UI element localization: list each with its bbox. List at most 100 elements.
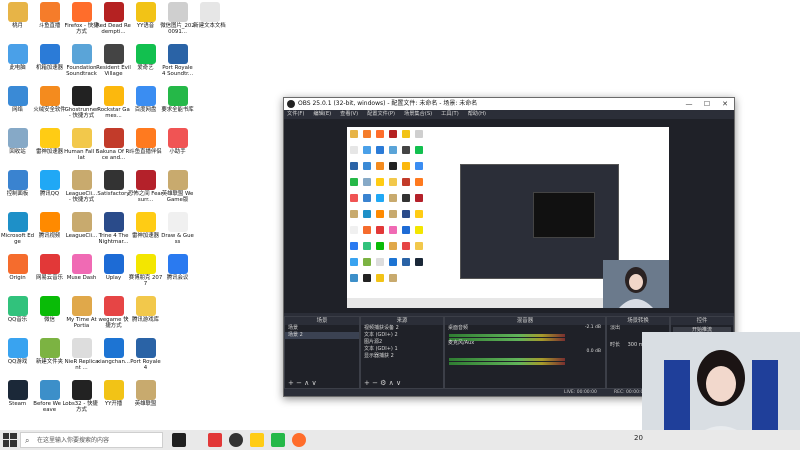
desktop-icon[interactable]: YY开播 bbox=[96, 378, 131, 418]
desktop-icon[interactable]: 桃月 bbox=[0, 0, 35, 40]
netease-cloud-music-icon[interactable] bbox=[208, 433, 222, 447]
desktop-icon[interactable]: QQ游戏 bbox=[0, 336, 35, 376]
preview-mini-icon bbox=[376, 162, 384, 170]
desktop-icon[interactable]: Before We Leave bbox=[32, 378, 67, 418]
desktop-icon[interactable]: Human Fall Flat bbox=[64, 126, 99, 166]
maximize-button[interactable]: ☐ bbox=[698, 98, 716, 110]
desktop-icon[interactable]: 爱奇艺 bbox=[128, 42, 163, 82]
taskbar-search-input[interactable]: ⌕ 在这里输入你要搜索的内容 bbox=[20, 432, 163, 448]
task-view-icon[interactable] bbox=[172, 433, 186, 447]
close-button[interactable]: ✕ bbox=[716, 98, 734, 110]
taskbar: ⌕ 在这里输入你要搜索的内容 20 bbox=[0, 430, 800, 450]
source-item[interactable]: 视频捕获设备 2 bbox=[361, 325, 443, 332]
desktop-icon[interactable]: Ghostrunner - 快捷方式 bbox=[64, 84, 99, 124]
desktop-icon[interactable]: 网易云音乐 bbox=[32, 252, 67, 292]
desktop-icon[interactable]: Satisfactory bbox=[96, 168, 131, 208]
preview-mini-icon bbox=[402, 162, 410, 170]
desktop-icon[interactable]: 雷神加速器 bbox=[32, 126, 67, 166]
clock-text: 20 bbox=[634, 434, 643, 442]
desktop-icon[interactable]: Origin bbox=[0, 252, 35, 292]
desktop-icon[interactable]: 腾讯视频 bbox=[32, 210, 67, 250]
desktop-icon[interactable]: 回收站 bbox=[0, 126, 35, 166]
desktop-icon-label: LeagueCli... bbox=[65, 233, 98, 239]
desktop-icon[interactable]: 英雄联盟 WeGame版 bbox=[160, 168, 195, 208]
transition-type-select[interactable]: 淡出 bbox=[607, 325, 669, 332]
desktop-icon[interactable]: LeagueCli... bbox=[64, 210, 99, 250]
desktop-icon[interactable]: Muse Dash bbox=[64, 252, 99, 292]
obs-title-bar[interactable]: OBS 25.0.1 (32-bit, windows) - 配置文件: 未命名… bbox=[284, 98, 734, 110]
desktop-icon[interactable]: Draw & Guess bbox=[160, 210, 195, 250]
desktop-icon[interactable]: 小助手 bbox=[160, 126, 195, 166]
desktop-icon[interactable]: 新建文本文档 bbox=[192, 0, 227, 40]
desktop-icon[interactable]: Port Royale 4 Soundtr... bbox=[160, 42, 195, 82]
desktop-icon[interactable]: Resident Evil Village bbox=[96, 42, 131, 82]
game-icon[interactable] bbox=[271, 433, 285, 447]
source-item[interactable]: 文本 (GDI+) 2 bbox=[361, 332, 443, 339]
desktop-icon-label: Ghostrunner - 快捷方式 bbox=[64, 107, 99, 119]
app-icon bbox=[135, 170, 156, 190]
menu-file[interactable]: 文件(F) bbox=[287, 110, 304, 119]
desktop-icon[interactable]: obs32 - 快捷方式 bbox=[64, 378, 99, 418]
desktop-icon[interactable]: Microsoft Edge bbox=[0, 210, 35, 250]
desktop-icon[interactable]: 此电脑 bbox=[0, 42, 35, 82]
desktop-icon[interactable]: Red Dead Redempti... bbox=[96, 0, 131, 40]
preview-canvas[interactable] bbox=[347, 127, 669, 308]
minimize-button[interactable]: — bbox=[680, 98, 698, 110]
scene-item[interactable]: 场景 bbox=[285, 325, 359, 332]
duration-label: 时长 bbox=[610, 342, 621, 348]
menu-scene-collection[interactable]: 场景集合(S) bbox=[404, 110, 432, 119]
desktop-icon[interactable]: 网络 bbox=[0, 84, 35, 124]
desktop-icon[interactable]: Port Royale 4 bbox=[128, 336, 163, 376]
desktop-icon[interactable]: 赛博朋克 2077 bbox=[128, 252, 163, 292]
desktop-icon[interactable]: Rockstar Games... bbox=[96, 84, 131, 124]
mixer-channel-db: 0.0 dB bbox=[586, 349, 601, 354]
desktop-icon[interactable]: 百度网盘 bbox=[128, 84, 163, 124]
desktop-icon[interactable]: 控制面板 bbox=[0, 168, 35, 208]
obs-taskbar-icon[interactable] bbox=[229, 433, 243, 447]
desktop-icon[interactable]: 恐怖之间 Fear surr... bbox=[128, 168, 163, 208]
desktop-icon[interactable]: Steam bbox=[0, 378, 35, 418]
menu-help[interactable]: 帮助(H) bbox=[468, 110, 486, 119]
menu-tools[interactable]: 工具(T) bbox=[441, 110, 459, 119]
menu-view[interactable]: 查看(V) bbox=[340, 110, 358, 119]
leishen-icon[interactable] bbox=[250, 433, 264, 447]
desktop-icon[interactable]: Foundation Soundtrack bbox=[64, 42, 99, 82]
desktop-icon[interactable]: NieR Replicant ... bbox=[64, 336, 99, 376]
desktop-icon[interactable]: My Time At Portia bbox=[64, 294, 99, 334]
desktop-icon[interactable]: 雷神加速器 bbox=[128, 210, 163, 250]
desktop-icon[interactable]: 腾讯会议 bbox=[160, 252, 195, 292]
desktop-icon[interactable]: Trine 4 The Nightmar... bbox=[96, 210, 131, 250]
desktop-icon[interactable]: 要求全能书库 bbox=[160, 84, 195, 124]
firefox-taskbar-icon[interactable] bbox=[292, 433, 306, 447]
desktop-icon[interactable]: 腾讯游戏库 bbox=[128, 294, 163, 334]
desktop-icon[interactable]: 新建文件夹 bbox=[32, 336, 67, 376]
desktop-icon[interactable]: YY语音 bbox=[128, 0, 163, 40]
preview-mini-icon bbox=[363, 258, 371, 266]
windows-start-icon[interactable] bbox=[3, 433, 17, 447]
desktop-icon[interactable]: LeagueCli... - 快捷方式 bbox=[64, 168, 99, 208]
desktop-icon[interactable]: 机箱加速器 bbox=[32, 42, 67, 82]
desktop-icon[interactable]: 英雄联盟 bbox=[128, 378, 163, 418]
desktop-icon[interactable]: QQ音乐 bbox=[0, 294, 35, 334]
source-item[interactable]: 图片源2 bbox=[361, 339, 443, 346]
desktop-icon[interactable]: 斗鱼直播 bbox=[32, 0, 67, 40]
desktop-icon[interactable]: xiangchan... bbox=[96, 336, 131, 376]
preview-mini-icon bbox=[389, 226, 397, 234]
desktop-icon[interactable]: 微信图片_2020091... bbox=[160, 0, 195, 40]
app-icon bbox=[167, 170, 188, 190]
source-item[interactable]: 文本 (GDI+) 1 bbox=[361, 346, 443, 353]
desktop-icon[interactable]: Uplay bbox=[96, 252, 131, 292]
desktop-icon[interactable]: 斗鱼直播伴侣 bbox=[128, 126, 163, 166]
desktop-icon[interactable]: 微信 bbox=[32, 294, 67, 334]
desktop-icon[interactable]: wegame 快捷方式 bbox=[96, 294, 131, 334]
desktop-icon[interactable]: 火绒安全软件 bbox=[32, 84, 67, 124]
desktop-icon[interactable]: Sakuna Of Rice and... bbox=[96, 126, 131, 166]
menu-edit[interactable]: 编辑(E) bbox=[313, 110, 331, 119]
scene-item-selected[interactable]: 场景 2 bbox=[285, 332, 359, 339]
menu-profile[interactable]: 配置文件(P) bbox=[367, 110, 395, 119]
desktop-icon[interactable]: Firefox - 快捷方式 bbox=[64, 0, 99, 40]
source-item[interactable]: 显示器捕获 2 bbox=[361, 353, 443, 360]
app-icon bbox=[135, 254, 156, 274]
desktop-icon[interactable]: 腾讯QQ bbox=[32, 168, 67, 208]
preview-mini-icon bbox=[363, 146, 371, 154]
